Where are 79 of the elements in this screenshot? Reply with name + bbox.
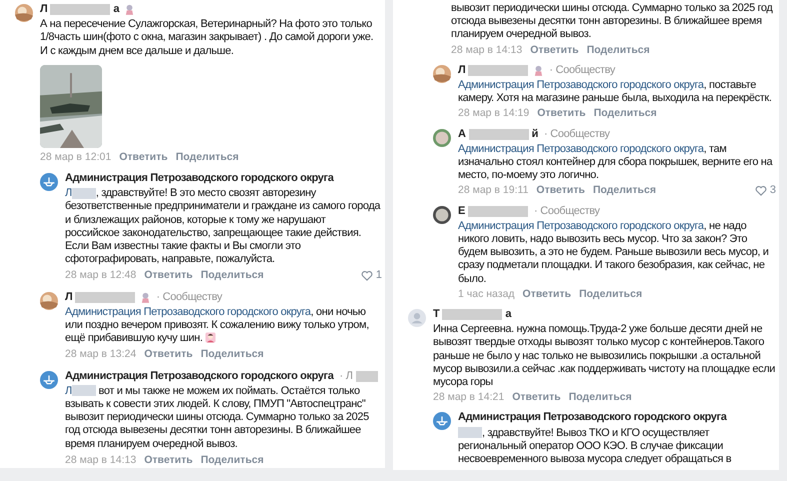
comment-text: вывозит периодически шины отсюда. Суммарно только за 2025 год отсюда вывезены десятки тонн авторезины. В ближайшее время планируем очередной вывоз. — [451, 2, 774, 42]
author-name[interactable]: Л — [458, 64, 466, 78]
mention-link[interactable]: Л — [65, 384, 72, 397]
admin-avatar-icon[interactable] — [40, 370, 58, 389]
author-name[interactable]: а — [505, 308, 512, 322]
like-count: 1 — [376, 269, 382, 283]
reply-target[interactable]: Сообществу — [540, 204, 600, 218]
comment-time[interactable]: 28 мар в 14:13 — [451, 44, 522, 57]
mention-link[interactable]: Администрация Петрозаводского городского округа — [458, 220, 704, 232]
comment-text: Л вот и мы также не можем их поймать. Остаётся только взывать к совести этих людей. К слову, ПМУП "Автоспецтранс" вывозит периодически шины отсюда. Суммарно только за 2025 год отсюда вывезены десятки тонн авторезины. В ближайшее время планируем очередной вывоз. — [65, 384, 370, 451]
share-link[interactable]: Поделиться — [579, 288, 642, 302]
comment-time[interactable]: 1 час назад — [458, 288, 515, 302]
author-name[interactable]: а — [113, 3, 120, 16]
author-name[interactable]: Е — [458, 204, 465, 218]
comment-text: Инна Сергеевна. нужна помощь.Труда-2 уже больше десяти дней не вывозят твердые отходы вывозят только мусор с контейнеров.Такого раньше не было у нас только не вывозились покрышки .а остальной мусор вывозили.а сейчас .как поддерживать чистоту на площадке если мусора горы — [433, 323, 776, 390]
comment-text: , здравствуйте! Вывоз ТКО и КГО осуществляет региональный оператор ООО КЭО. В случае фиксации несвоевременного вывоза мусора следует обращаться в — [458, 426, 732, 466]
reply-link[interactable]: Ответить — [537, 107, 586, 121]
author-name[interactable]: Л — [65, 290, 72, 304]
author-name[interactable]: Администрация Петрозаводского городского округа — [65, 370, 334, 383]
redaction-bar — [468, 64, 528, 76]
share-link[interactable]: Поделиться — [594, 107, 657, 121]
reply-target[interactable]: Л — [346, 370, 353, 383]
separator-dot: · — [156, 290, 160, 304]
author-name[interactable]: Администрация Петрозаводского городского округа — [65, 172, 334, 186]
author-name[interactable]: й — [532, 128, 538, 141]
redaction-bar — [442, 309, 502, 320]
reply-link[interactable]: Ответить — [144, 348, 193, 362]
reply-link[interactable]: Ответить — [512, 391, 561, 404]
comment-time[interactable]: 28 мар в 12:48 — [65, 269, 136, 283]
author-name[interactable]: Т — [433, 308, 440, 322]
author-name[interactable]: Администрация Петрозаводского городского округа — [458, 411, 726, 425]
reply-link[interactable]: Ответить — [144, 269, 193, 283]
share-link[interactable]: Поделиться — [200, 269, 264, 283]
separator-dot: · — [549, 64, 553, 78]
comment-text: Администрация Петрозаводского городского округа, там изначально стоял контейнер для сбора покрышек, верните его на место, по-моему это логично. — [458, 142, 774, 182]
admin-avatar-icon[interactable] — [433, 412, 451, 430]
reply-target[interactable]: Сообществу — [556, 64, 616, 78]
author-name[interactable]: А — [458, 128, 466, 141]
share-link[interactable]: Поделиться — [200, 348, 264, 362]
author-name[interactable]: Л — [40, 3, 48, 16]
heart-icon[interactable] — [360, 271, 373, 282]
comment-time[interactable]: 28 мар в 14:13 — [65, 454, 136, 468]
share-link[interactable]: Поделиться — [568, 391, 632, 404]
comment-text: Администрация Петрозаводского городского округа, не надо никого ловить, надо вывозить весь мусор. Что за закон? Это будем вывозить, а это не будем. Раньше вывозили весь мусор, и сразу подметали площадки. И такого безобразия, как сейчас, не было. — [458, 220, 770, 286]
redaction-bar — [468, 128, 529, 140]
reply-link[interactable]: Ответить — [536, 184, 585, 198]
reply-link[interactable]: Ответить — [144, 454, 193, 468]
comment-text: Администрация Петрозаводского городского округа, поставьте камеру. Хотя на магазине раньше была, выходила на перекрёстк. — [458, 79, 773, 106]
comment-time[interactable]: 28 мар в 14:21 — [433, 391, 504, 404]
separator-dot: · — [339, 370, 343, 383]
redaction-bar — [75, 292, 136, 303]
mention-link[interactable]: Администрация Петрозаводского городского округа — [458, 79, 704, 92]
comment-time[interactable]: 28 мар в 14:19 — [458, 107, 530, 121]
like-count: 3 — [770, 184, 776, 198]
user-avatar-icon[interactable] — [408, 309, 426, 328]
share-link[interactable]: Поделиться — [586, 44, 650, 57]
mention-link[interactable]: Л — [65, 187, 72, 200]
mention-link[interactable]: Администрация Петрозаводского городского округа — [458, 142, 704, 155]
comment-time[interactable]: 28 мар в 13:24 — [65, 348, 136, 362]
reply-link[interactable]: Ответить — [530, 44, 579, 57]
comment-text: А на пересечение Сулажгорская, Ветеринарный? На фото это только 1/8часть шин(фото с окна, магазин закрывает) . До самой дороги уже. И с каждым днем все дальше и дальше. — [40, 18, 374, 58]
redaction-bar — [50, 4, 110, 16]
comment-text: Л , здравствуйте! В это место свозят авторезину безответственные предприниматели и граждане из самого города и близлежащих районов, которые к тому же нарушают российское законодательство, запрещающее такие действия. Если Вам известны такие факты и Вы смогли это сфотографировать, направьте, пожалуйста. — [65, 187, 382, 266]
reply-target[interactable]: Сообществу — [550, 128, 610, 141]
share-link[interactable]: Поделиться — [176, 150, 239, 164]
reply-link[interactable]: Ответить — [119, 150, 168, 164]
reply-link[interactable]: Ответить — [522, 288, 572, 302]
mention-link[interactable]: Администрация Петрозаводского городского округа — [65, 306, 311, 318]
share-link[interactable]: Поделиться — [200, 454, 264, 468]
admin-avatar-icon[interactable] — [40, 173, 58, 192]
comment-time[interactable]: 28 мар в 19:11 — [458, 184, 528, 198]
comment-text: Администрация Петрозаводского городского округа, они ночью или поздно вечером привозят. К сожалению вижу только утром, ещё прибавившую кучу шин. — [65, 306, 370, 346]
heart-icon[interactable] — [754, 186, 767, 196]
redaction-bar — [468, 206, 528, 217]
share-link[interactable]: Поделиться — [592, 184, 656, 198]
reply-target[interactable]: Сообществу — [162, 290, 222, 304]
comment-time[interactable]: 28 мар в 12:01 — [40, 150, 112, 164]
separator-dot: · — [534, 204, 538, 218]
separator-dot: · — [544, 128, 548, 141]
